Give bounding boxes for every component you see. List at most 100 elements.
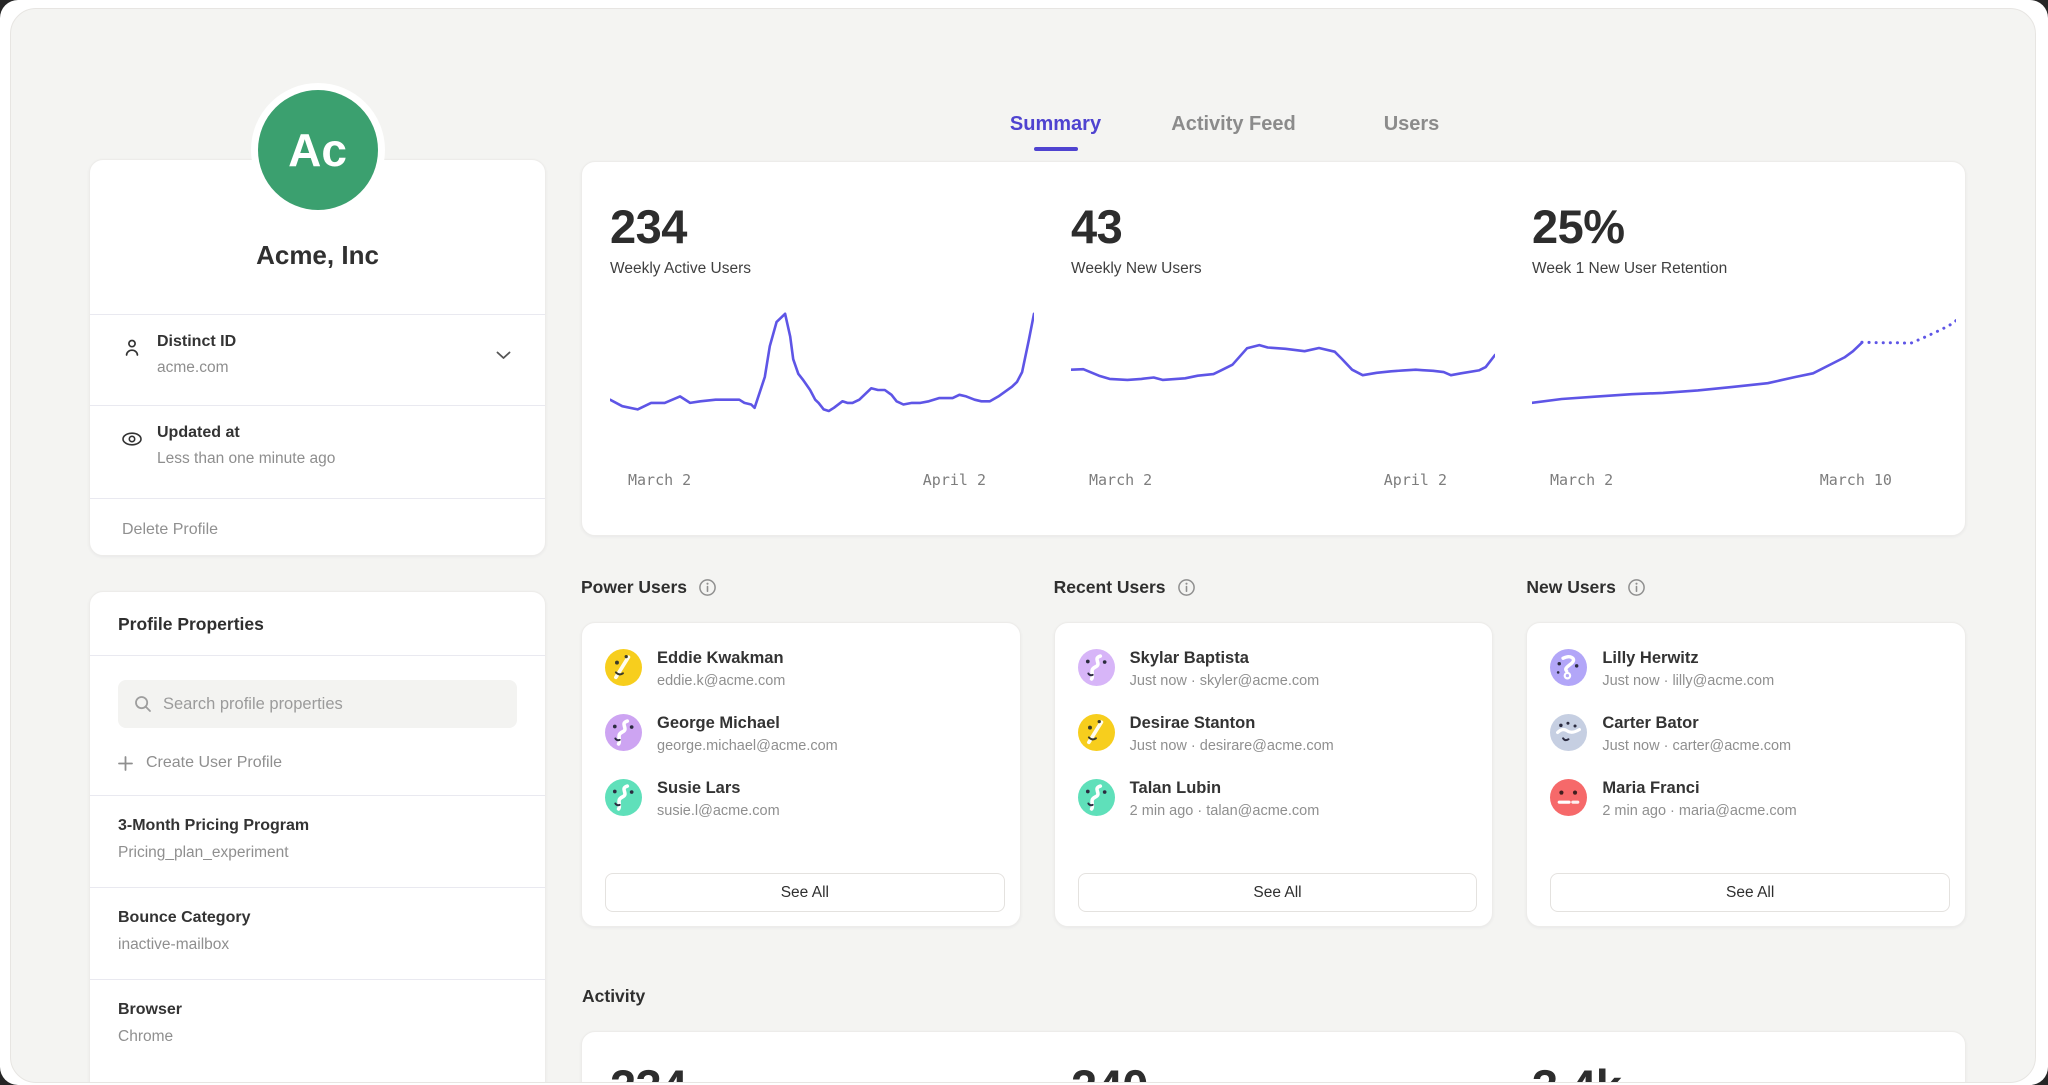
section-header: Power Users	[581, 576, 1021, 598]
user-name: Lilly Herwitz	[1602, 649, 1774, 668]
user-subtext: eddie.k@acme.com	[657, 673, 785, 689]
property-label: 3-Month Pricing Program	[118, 817, 517, 835]
list-item[interactable]: Skylar Baptista Just now · skyler@acme.c…	[1078, 649, 1478, 689]
profile-properties-search[interactable]	[118, 680, 517, 728]
section-title: Recent Users	[1054, 577, 1166, 598]
sparkline-chart	[1071, 296, 1495, 458]
meta-label: Distinct ID	[157, 333, 545, 351]
user-subtext: Just now · lilly@acme.com	[1602, 673, 1774, 689]
info-icon[interactable]	[698, 578, 717, 597]
section-header: New Users	[1526, 576, 1966, 598]
avatar	[1078, 779, 1115, 816]
stat-value: 240	[1071, 1062, 1504, 1083]
user-subtext: Just now · desirare@acme.com	[1130, 738, 1334, 754]
property-value: Pricing_plan_experiment	[118, 844, 517, 862]
activity-stat: 3.4k	[1504, 1032, 1965, 1083]
summary-stats-card: 234 Weekly Active Users March 2 April 2 …	[581, 161, 1966, 536]
user-subtext: Just now · carter@acme.com	[1602, 738, 1791, 754]
tab-users[interactable]: Users	[1323, 113, 1501, 151]
x-axis: March 2 March 10	[1532, 471, 1956, 489]
profile-properties-title: Profile Properties	[90, 592, 545, 656]
x-axis: March 2 April 2	[1071, 471, 1495, 489]
user-name: George Michael	[657, 714, 838, 733]
user-name: Skylar Baptista	[1130, 649, 1320, 668]
search-input[interactable]	[163, 695, 502, 714]
screenshot-page: Ac Acme, Inc Distinct ID acme.com	[0, 0, 2048, 1085]
property-item[interactable]: Bounce Category inactive-mailbox	[90, 887, 545, 979]
avatar	[1550, 649, 1587, 686]
avatar	[605, 714, 642, 751]
stat-weekly-active-users: 234 Weekly Active Users March 2 April 2	[582, 162, 1043, 535]
property-label: Browser	[118, 1001, 517, 1019]
list-item[interactable]: Susie Lars susie.l@acme.com	[605, 779, 1005, 819]
sparkline-chart	[1532, 296, 1956, 458]
stat-label: Weekly New Users	[1071, 260, 1504, 278]
tab-bar: Summary Activity Feed Users	[541, 113, 1926, 151]
x-axis-label-end: March 10	[1820, 471, 1892, 489]
info-icon[interactable]	[1627, 578, 1646, 597]
section-header: Recent Users	[1054, 576, 1494, 598]
property-label: Bounce Category	[118, 909, 517, 927]
see-all-button[interactable]: See All	[1078, 873, 1478, 912]
see-all-button[interactable]: See All	[1550, 873, 1950, 912]
property-value: inactive-mailbox	[118, 936, 517, 954]
user-name: Eddie Kwakman	[657, 649, 785, 668]
stat-value: 3.4k	[1532, 1062, 1965, 1083]
avatar	[1078, 714, 1115, 751]
stat-value: 43	[1071, 202, 1504, 251]
list-item[interactable]: Eddie Kwakman eddie.k@acme.com	[605, 649, 1005, 689]
profile-properties-card: Profile Properties Create User Profile 3…	[89, 591, 546, 1083]
user-list-card: Lilly Herwitz Just now · lilly@acme.com …	[1526, 622, 1966, 927]
x-axis-label-end: April 2	[1384, 471, 1447, 489]
user-subtext: george.michael@acme.com	[657, 738, 838, 754]
user-subtext: Just now · skyler@acme.com	[1130, 673, 1320, 689]
user-name: Susie Lars	[657, 779, 780, 798]
property-item[interactable]: Browser Chrome	[90, 979, 545, 1071]
meta-value: acme.com	[157, 359, 545, 377]
updated-at-row: Updated at Less than one minute ago	[90, 405, 545, 498]
x-axis-label-start: March 2	[1550, 471, 1613, 489]
avatar	[1550, 779, 1587, 816]
activity-heading: Activity	[582, 986, 645, 1007]
property-value: Chrome	[118, 1028, 517, 1046]
search-icon	[133, 694, 153, 714]
stat-label: Week 1 New User Retention	[1532, 260, 1965, 278]
stat-value: 25%	[1532, 202, 1965, 251]
info-icon[interactable]	[1177, 578, 1196, 597]
property-item[interactable]: 3-Month Pricing Program Pricing_plan_exp…	[90, 795, 545, 887]
stat-label: Weekly Active Users	[610, 260, 1043, 278]
create-user-profile-button[interactable]: Create User Profile	[118, 754, 517, 795]
new-users-section: New Users Lilly Herwitz Just now · lilly…	[1526, 576, 1966, 927]
list-item[interactable]: Maria Franci 2 min ago · maria@acme.com	[1550, 779, 1950, 819]
list-item[interactable]: George Michael george.michael@acme.com	[605, 714, 1005, 754]
activity-stat: 234	[582, 1032, 1043, 1083]
list-item[interactable]: Talan Lubin 2 min ago · talan@acme.com	[1078, 779, 1478, 819]
stat-weekly-new-users: 43 Weekly New Users March 2 April 2	[1043, 162, 1504, 535]
tab-activity-feed[interactable]: Activity Feed	[1145, 113, 1323, 151]
user-name: Maria Franci	[1602, 779, 1796, 798]
person-icon	[120, 336, 144, 360]
chevron-down-icon[interactable]	[496, 351, 511, 360]
tab-summary[interactable]: Summary	[967, 113, 1145, 151]
user-name: Desirae Stanton	[1130, 714, 1334, 733]
user-list-card: Eddie Kwakman eddie.k@acme.com George Mi…	[581, 622, 1021, 927]
distinct-id-row[interactable]: Distinct ID acme.com	[90, 314, 545, 405]
list-item[interactable]: Carter Bator Just now · carter@acme.com	[1550, 714, 1950, 754]
see-all-button[interactable]: See All	[605, 873, 1005, 912]
delete-profile-button[interactable]: Delete Profile	[90, 498, 545, 557]
profile-sidebar: Ac Acme, Inc Distinct ID acme.com	[89, 159, 546, 1083]
create-user-profile-label: Create User Profile	[146, 754, 282, 772]
list-item[interactable]: Desirae Stanton Just now · desirare@acme…	[1078, 714, 1478, 754]
company-avatar: Ac	[258, 90, 378, 210]
x-axis-label-start: March 2	[628, 471, 691, 489]
user-subtext: 2 min ago · talan@acme.com	[1130, 803, 1320, 819]
x-axis: March 2 April 2	[610, 471, 1034, 489]
list-item[interactable]: Lilly Herwitz Just now · lilly@acme.com	[1550, 649, 1950, 689]
plus-icon	[118, 756, 133, 771]
x-axis-label-start: March 2	[1089, 471, 1152, 489]
power-users-section: Power Users Eddie Kwakman eddie.k@acme.c…	[581, 576, 1021, 927]
app-frame: Ac Acme, Inc Distinct ID acme.com	[10, 8, 2036, 1083]
meta-value: Less than one minute ago	[157, 450, 545, 468]
section-title: New Users	[1526, 577, 1616, 598]
stat-value: 234	[610, 1062, 1043, 1083]
